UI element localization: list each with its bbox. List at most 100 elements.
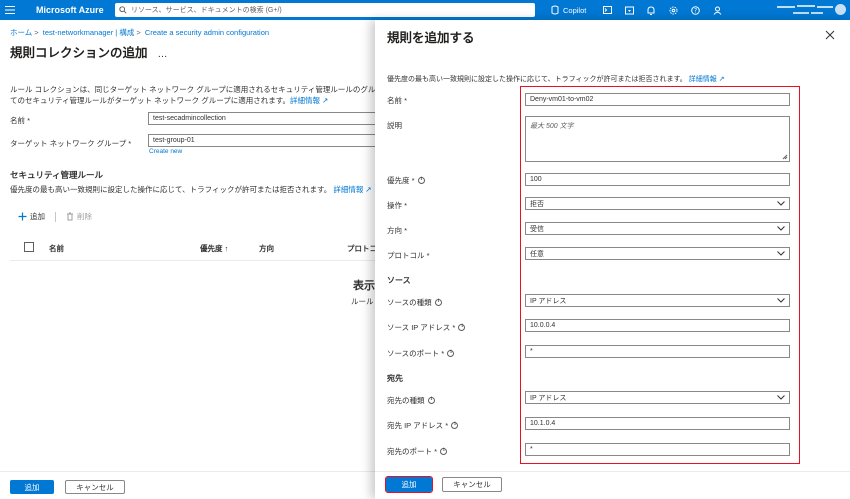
direction-dropdown[interactable]: 受信 [525, 222, 790, 235]
action-dropdown[interactable]: 拒否 [525, 197, 790, 210]
directory-filter-icon[interactable] [618, 0, 640, 20]
column-direction[interactable]: 方向 [259, 243, 274, 254]
target-group-label: ターゲット ネットワーク グループ * [10, 139, 132, 148]
source-port-info-icon[interactable] [447, 349, 455, 357]
rule-description-textarea[interactable]: 最大 500 文字 [525, 116, 790, 162]
notifications-icon[interactable] [640, 0, 662, 20]
source-port-field[interactable]: * [525, 345, 790, 358]
help-icon[interactable]: ? [684, 0, 706, 20]
section-external-link-icon: ↗ [365, 185, 372, 194]
name-field[interactable]: test-secadmincollection [148, 112, 378, 125]
top-bar: Microsoft Azure リソース、サービス、ドキュメントの検索 (G+/… [0, 0, 850, 20]
rule-name-field[interactable]: Deny-vm01-to-vm02 [525, 93, 790, 106]
security-rules-heading: セキュリティ管理ルール [10, 170, 103, 180]
breadcrumb-home[interactable]: ホーム [10, 28, 32, 37]
resize-grip-icon[interactable] [782, 154, 788, 160]
destination-ip-label: 宛先 IP アドレス * [387, 420, 459, 431]
topbar-icons: Copilot ? [550, 0, 728, 20]
menu-icon[interactable] [0, 0, 20, 20]
settings-icon[interactable] [662, 0, 684, 20]
destination-port-field[interactable]: * [525, 443, 790, 456]
breadcrumb: ホーム > test-networkmanager | 構成 > Create a … [10, 28, 270, 37]
search-input[interactable]: リソース、サービス、ドキュメントの検索 (G+/) [115, 3, 535, 17]
source-port-label: ソースのポート * [387, 348, 455, 359]
rule-description-placeholder: 最大 500 文字 [530, 123, 574, 130]
copilot-button[interactable]: Copilot [550, 5, 586, 15]
search-placeholder: リソース、サービス、ドキュメントの検索 (G+/) [131, 7, 282, 14]
rules-table-header: 名前 優先度 ↑ 方向 プロトコ [10, 233, 378, 261]
direction-label: 方向 * [387, 226, 408, 235]
panel-title: 規則を追加する [387, 31, 475, 45]
chevron-down-icon [777, 395, 785, 400]
direction-value: 受信 [530, 225, 544, 233]
feedback-icon[interactable] [706, 0, 728, 20]
rule-name-label: 名前 * [387, 96, 408, 105]
account-info[interactable] [745, 4, 835, 16]
avatar[interactable] [835, 4, 846, 15]
create-new-link[interactable]: Create new [149, 148, 182, 155]
collection-description: ルール コレクションは、同じターゲット ネットワーク グループに適用されるセキュ… [10, 84, 378, 106]
priority-field[interactable]: 100 [525, 173, 790, 186]
destination-ip-field[interactable]: 10.1.0.4 [525, 417, 790, 430]
chevron-down-icon [777, 201, 785, 206]
protocol-value: 任意 [530, 250, 544, 258]
empty-state-subtitle: ルール [351, 297, 374, 306]
destination-type-dropdown[interactable]: IP アドレス [525, 391, 790, 404]
priority-label: 優先度 * [387, 175, 425, 186]
breadcrumb-create-config[interactable]: Create a security admin configuration [145, 28, 269, 37]
account-name-graphic [777, 5, 833, 14]
source-type-label: ソースの種類 [387, 297, 442, 308]
page-title: 規則コレクションの追加… [10, 46, 168, 60]
panel-learn-more-link[interactable]: 詳細情報 [689, 76, 717, 83]
add-rule-submit-button[interactable]: 追加 [385, 476, 433, 493]
add-rule-button[interactable]: 追加 [18, 211, 45, 222]
copilot-icon [551, 5, 559, 15]
column-protocol[interactable]: プロトコ [347, 243, 377, 254]
action-label: 操作 * [387, 201, 408, 210]
source-type-value: IP アドレス [530, 297, 567, 305]
column-priority[interactable]: 優先度 ↑ [200, 243, 228, 254]
destination-type-info-icon[interactable] [427, 396, 435, 404]
left-action-bar: 追加 キャンセル [0, 471, 378, 499]
source-heading: ソース [387, 276, 411, 285]
chevron-down-icon [777, 251, 785, 256]
source-type-dropdown[interactable]: IP アドレス [525, 294, 790, 307]
close-icon[interactable] [825, 30, 835, 40]
select-all-checkbox[interactable] [24, 242, 34, 252]
desc-line-2: てのセキュリティ管理ルールがターゲット ネットワーク グループに適用されます。詳… [10, 96, 329, 105]
cancel-collection-button[interactable]: キャンセル [65, 480, 125, 494]
destination-type-label: 宛先の種類 [387, 395, 435, 406]
brand-title[interactable]: Microsoft Azure [36, 5, 116, 15]
target-group-field[interactable]: test-group-01 [148, 134, 378, 147]
more-options-icon[interactable]: … [158, 49, 168, 60]
protocol-dropdown[interactable]: 任意 [525, 247, 790, 260]
section-learn-more-link[interactable]: 詳細情報 [333, 185, 363, 194]
destination-port-info-icon[interactable] [440, 447, 448, 455]
cancel-rule-button[interactable]: キャンセル [442, 477, 502, 492]
copilot-label: Copilot [563, 5, 587, 15]
rule-description-label: 説明 [387, 121, 402, 130]
cloud-shell-icon[interactable] [596, 0, 618, 20]
breadcrumb-networkmanager[interactable]: test-networkmanager | 構成 [43, 28, 135, 37]
destination-port-label: 宛先のポート * [387, 446, 448, 457]
svg-text:?: ? [694, 7, 697, 14]
delete-rule-button[interactable]: 削除 [66, 211, 92, 222]
destination-type-value: IP アドレス [530, 394, 567, 402]
add-collection-button[interactable]: 追加 [10, 480, 54, 494]
panel-external-link-icon: ↗ [718, 76, 725, 83]
plus-icon [18, 212, 27, 221]
learn-more-link[interactable]: 詳細情報 [290, 96, 320, 105]
source-ip-info-icon[interactable] [458, 323, 466, 331]
destination-ip-info-icon[interactable] [451, 421, 459, 429]
priority-info-icon[interactable] [417, 176, 425, 184]
chevron-down-icon [777, 298, 785, 303]
panel-action-bar: 追加 キャンセル [375, 471, 850, 499]
panel-description: 優先度の最も高い一致規則に設定した操作に応じて、トラフィックが許可または拒否され… [387, 76, 725, 83]
desc-line-1: ルール コレクションは、同じターゲット ネットワーク グループに適用されるセキュ… [10, 85, 378, 94]
source-type-info-icon[interactable] [434, 298, 442, 306]
source-ip-label: ソース IP アドレス * [387, 322, 466, 333]
empty-state-title: 表示 [353, 280, 375, 292]
source-ip-field[interactable]: 10.0.0.4 [525, 319, 790, 332]
chevron-down-icon [777, 226, 785, 231]
column-name[interactable]: 名前 [49, 243, 64, 254]
